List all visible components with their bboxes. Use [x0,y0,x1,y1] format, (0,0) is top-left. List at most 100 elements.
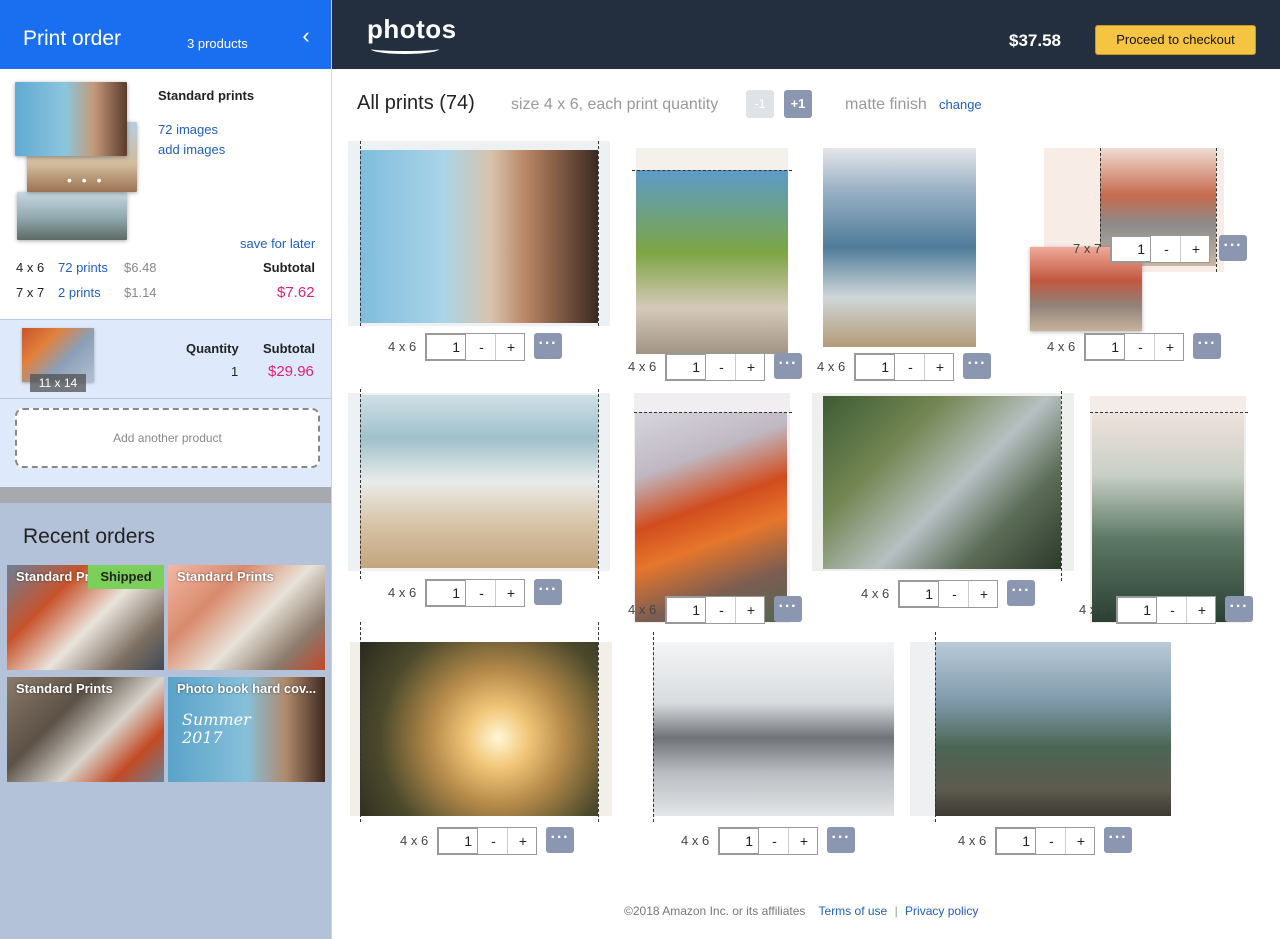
increment-button[interactable]: + [497,334,525,360]
increment-button[interactable]: + [737,354,765,380]
quantity-input[interactable]: 1 [996,828,1036,854]
print-size-label: 4 x 6 [388,339,417,354]
increment-button[interactable]: + [497,580,525,606]
more-options-button[interactable]: ··· [1219,235,1247,261]
quantity-input[interactable]: 1 [1111,236,1151,262]
more-options-button[interactable]: ··· [1104,827,1132,853]
quantity-input[interactable]: 1 [899,581,939,607]
large-print-order[interactable]: 11 x 14 Quantity 1 Subtotal $29.96 [0,319,331,399]
more-options-button[interactable]: ··· [827,827,855,853]
save-for-later-link[interactable]: save for later [240,236,315,251]
more-options-button[interactable]: ··· [1193,333,1221,359]
print-photo[interactable] [653,642,894,816]
print-photo[interactable] [823,396,1061,569]
print-photo[interactable] [1092,412,1244,622]
quantity-stepper: 1 - + [1110,235,1210,263]
recent-order-tile[interactable]: Standard Prints [168,565,325,670]
size-label: 7 x 7 [16,285,45,300]
standard-prints-order: • • • Standard prints 72 images add imag… [0,69,331,319]
print-photo[interactable] [360,150,598,323]
quantity-input[interactable]: 1 [855,354,895,380]
quantity-input[interactable]: 1 [666,354,706,380]
crop-guide [360,622,361,822]
decrement-button[interactable]: - [941,581,969,607]
footer-separator: | [894,904,898,918]
more-options-button[interactable]: ··· [1225,596,1253,622]
decrement-button[interactable]: - [897,354,925,380]
print-photo[interactable] [360,395,598,568]
proceed-to-checkout-button[interactable]: Proceed to checkout [1095,25,1256,55]
recent-order-tile[interactable]: Standard Prints [7,677,164,782]
change-finish-link[interactable]: change [939,97,982,112]
add-another-product-button[interactable]: Add another product [15,408,320,468]
increment-button[interactable]: + [1182,236,1210,262]
more-options-button[interactable]: ··· [963,353,991,379]
decrement-button[interactable]: - [1153,236,1181,262]
copyright: ©2018 Amazon Inc. or its affiliates [624,904,806,918]
smile-icon [371,44,439,54]
quantity-input[interactable]: 1 [1085,334,1125,360]
quantity-stepper: 1 - + [718,827,818,855]
recent-order-tile[interactable]: Standard Prints Shipped [7,565,164,670]
quantity-input[interactable]: 1 [426,580,466,606]
decrease-all-button[interactable]: -1 [746,90,774,118]
chevron-left-icon[interactable]: ‹ [296,25,316,48]
quantity-input[interactable]: 1 [719,828,759,854]
decrement-button[interactable]: - [708,597,736,623]
add-product-area: Add another product [0,399,331,487]
print-photo[interactable] [360,642,598,816]
increment-button[interactable]: + [926,354,954,380]
increment-button[interactable]: + [970,581,998,607]
increment-button[interactable]: + [790,828,818,854]
thumbnail-photo [17,192,127,240]
decrement-button[interactable]: - [708,354,736,380]
quantity-stepper: 1 - + [898,580,998,608]
decrement-button[interactable]: - [1127,334,1155,360]
increment-button[interactable]: + [1156,334,1184,360]
more-options-button[interactable]: ··· [546,827,574,853]
print-size-label: 4 x 6 [628,359,657,374]
print-photo[interactable] [823,148,976,347]
decrement-button[interactable]: - [468,580,496,606]
photos-logo[interactable]: photos [367,14,457,54]
image-count-link[interactable]: 72 images [158,122,218,137]
print-photo[interactable] [635,412,787,622]
recent-order-label: Standard Prints [16,681,113,696]
terms-of-use-link[interactable]: Terms of use [819,904,888,918]
decrement-button[interactable]: - [1159,597,1187,623]
decrement-button[interactable]: - [761,828,789,854]
increment-button[interactable]: + [1067,828,1095,854]
increment-button[interactable]: + [737,597,765,623]
more-options-button[interactable]: ··· [774,596,802,622]
increment-button[interactable]: + [1188,597,1216,623]
add-images-link[interactable]: add images [158,142,225,157]
quantity-input[interactable]: 1 [426,334,466,360]
more-options-button[interactable]: ··· [774,353,802,379]
crop-guide [360,389,361,579]
quantity-input[interactable]: 1 [438,828,478,854]
more-options-button[interactable]: ··· [534,579,562,605]
privacy-policy-link[interactable]: Privacy policy [905,904,978,918]
quantity-input[interactable]: 1 [1117,597,1157,623]
quantity-stepper: 1 - + [425,333,525,361]
crop-guide [935,632,936,822]
decrement-button[interactable]: - [468,334,496,360]
more-options-button[interactable]: ··· [1007,580,1035,606]
order-thumbnail-stack[interactable]: • • • [15,82,139,242]
increment-button[interactable]: + [509,828,537,854]
more-options-button[interactable]: ··· [534,333,562,359]
print-size-label: 7 x 7 [1073,241,1102,256]
print-photo[interactable] [636,170,788,354]
print-count-link[interactable]: 2 prints [58,285,124,300]
book-cover-text: Summer 2017 [182,710,251,747]
subtotal-value: $29.96 [268,363,314,380]
decrement-button[interactable]: - [480,828,508,854]
more-dots-icon: • • • [67,172,105,188]
decrement-button[interactable]: - [1038,828,1066,854]
size-badge: 11 x 14 [30,374,86,392]
increase-all-button[interactable]: +1 [784,90,812,118]
recent-order-tile[interactable]: Photo book hard cov... Summer 2017 [168,677,325,782]
print-photo[interactable] [935,642,1171,816]
quantity-input[interactable]: 1 [666,597,706,623]
print-count-link[interactable]: 72 prints [58,260,124,275]
